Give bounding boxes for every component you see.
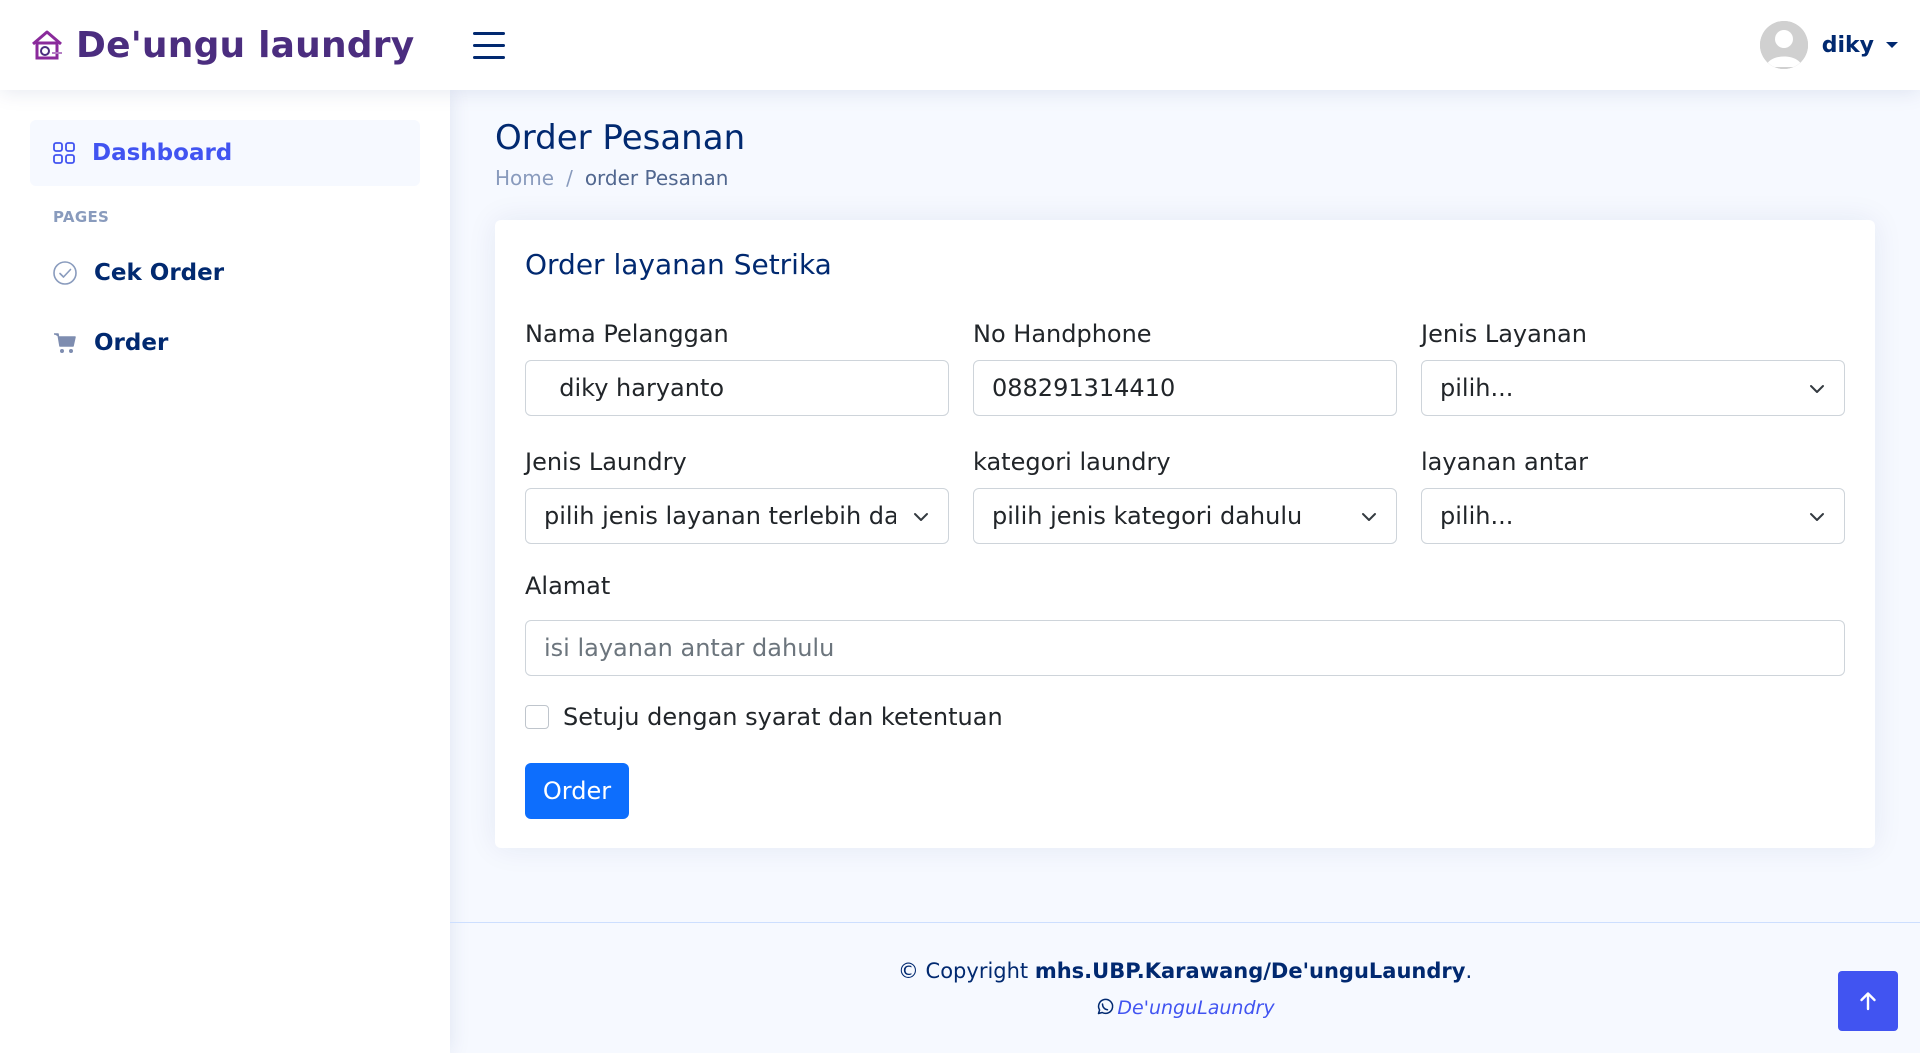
cart-icon [54, 333, 76, 353]
sidebar-item-cek-order[interactable]: Cek Order [30, 240, 420, 306]
whatsapp-link[interactable]: De'unguLaundry [450, 997, 1920, 1019]
jenis-laundry-label: Jenis Laundry [525, 448, 687, 476]
no-handphone-group: No Handphone 088291314410 [973, 316, 1397, 416]
sidebar-heading-pages: PAGES [53, 208, 110, 226]
layanan-antar-selected: pilih... [1440, 502, 1514, 530]
sidebar: Dashboard PAGES Cek Order Order [0, 90, 450, 1053]
page-title: Order Pesanan [495, 118, 746, 158]
layanan-antar-group: layanan antar pilih... [1421, 444, 1845, 544]
whatsapp-label: De'unguLaundry [1117, 997, 1275, 1019]
copyright-text: © Copyright mhs.UBP.Karawang/De'unguLaun… [450, 959, 1920, 983]
chevron-down-icon [914, 513, 928, 521]
no-handphone-input[interactable]: 088291314410 [973, 360, 1397, 416]
layanan-antar-label: layanan antar [1421, 448, 1588, 476]
breadcrumb-separator: / [566, 166, 573, 190]
nama-pelanggan-group: Nama Pelanggan diky haryanto [525, 316, 949, 416]
menu-bar-top [473, 32, 505, 35]
agree-terms-checkbox[interactable] [525, 705, 549, 729]
jenis-layanan-group: Jenis Layanan pilih... [1421, 316, 1845, 416]
alamat-label: Alamat [525, 572, 611, 600]
sidebar-item-label: Dashboard [92, 140, 233, 166]
card-title: Order layanan Setrika [525, 248, 832, 281]
sidebar-item-label: Order [94, 330, 169, 356]
brand-logo[interactable]: De'ungu laundry [30, 22, 414, 68]
laundry-house-icon [32, 30, 62, 60]
nama-pelanggan-input[interactable]: diky haryanto [525, 360, 949, 416]
profile-dropdown[interactable]: diky [1759, 20, 1898, 70]
back-to-top-button[interactable] [1838, 971, 1898, 1031]
avatar [1759, 21, 1808, 69]
jenis-layanan-select[interactable]: pilih... [1421, 360, 1845, 416]
sidebar-item-label: Cek Order [94, 260, 225, 286]
nama-pelanggan-label: Nama Pelanggan [525, 320, 729, 348]
top-header: De'ungu laundry diky [0, 0, 1920, 90]
chevron-down-icon [1810, 513, 1824, 521]
grid-icon [53, 142, 75, 164]
sidebar-item-dashboard[interactable]: Dashboard [30, 120, 420, 186]
agree-terms-label[interactable]: Setuju dengan syarat dan ketentuan [563, 703, 1003, 731]
kategori-laundry-group: kategori laundry pilih jenis kategori da… [973, 444, 1397, 544]
breadcrumb-current: order Pesanan [584, 166, 729, 190]
page-title-section: Order Pesanan Home / order Pesanan [495, 118, 745, 190]
breadcrumb: Home / order Pesanan [495, 166, 745, 190]
username-label: diky [1821, 32, 1874, 58]
no-handphone-label: No Handphone [973, 320, 1152, 348]
brand-name: De'ungu laundry [76, 24, 415, 66]
whatsapp-icon [1098, 998, 1114, 1015]
jenis-layanan-label: Jenis Layanan [1421, 320, 1587, 348]
agree-terms-row: Setuju dengan syarat dan ketentuan [525, 703, 1003, 731]
copyright-owner: mhs.UBP.Karawang/De'unguLaundry [1034, 959, 1466, 983]
footer: © Copyright mhs.UBP.Karawang/De'unguLaun… [450, 922, 1920, 1053]
chevron-down-icon [1810, 385, 1824, 393]
menu-bar-bottom [473, 56, 505, 59]
kategori-laundry-selected: pilih jenis kategori dahulu [992, 502, 1303, 530]
breadcrumb-home-link[interactable]: Home [495, 166, 554, 190]
copyright-suffix: . [1465, 959, 1473, 983]
toggle-sidebar-button[interactable] [470, 28, 508, 62]
jenis-laundry-selected: pilih jenis layanan terlebih dahulu [544, 502, 896, 530]
kategori-laundry-select[interactable]: pilih jenis kategori dahulu [973, 488, 1397, 544]
layanan-antar-select[interactable]: pilih... [1421, 488, 1845, 544]
kategori-laundry-label: kategori laundry [973, 448, 1171, 476]
order-submit-button[interactable]: Order [525, 763, 629, 819]
check-circle-icon [53, 261, 77, 285]
jenis-laundry-group: Jenis Laundry pilih jenis layanan terleb… [525, 444, 949, 544]
order-form-card: Order layanan Setrika Nama Pelanggan dik… [495, 220, 1875, 848]
chevron-down-icon [1362, 513, 1376, 521]
arrow-up-icon [1860, 992, 1876, 1011]
jenis-layanan-selected: pilih... [1440, 374, 1514, 402]
user-avatar-icon [1759, 21, 1808, 69]
menu-bar-middle [473, 44, 505, 47]
jenis-laundry-select[interactable]: pilih jenis layanan terlebih dahulu [525, 488, 949, 544]
alamat-input[interactable]: isi layanan antar dahulu [525, 620, 1845, 676]
sidebar-item-order[interactable]: Order [30, 310, 420, 376]
caret-down-icon [1886, 42, 1898, 48]
copyright-prefix: © Copyright [897, 959, 1035, 983]
